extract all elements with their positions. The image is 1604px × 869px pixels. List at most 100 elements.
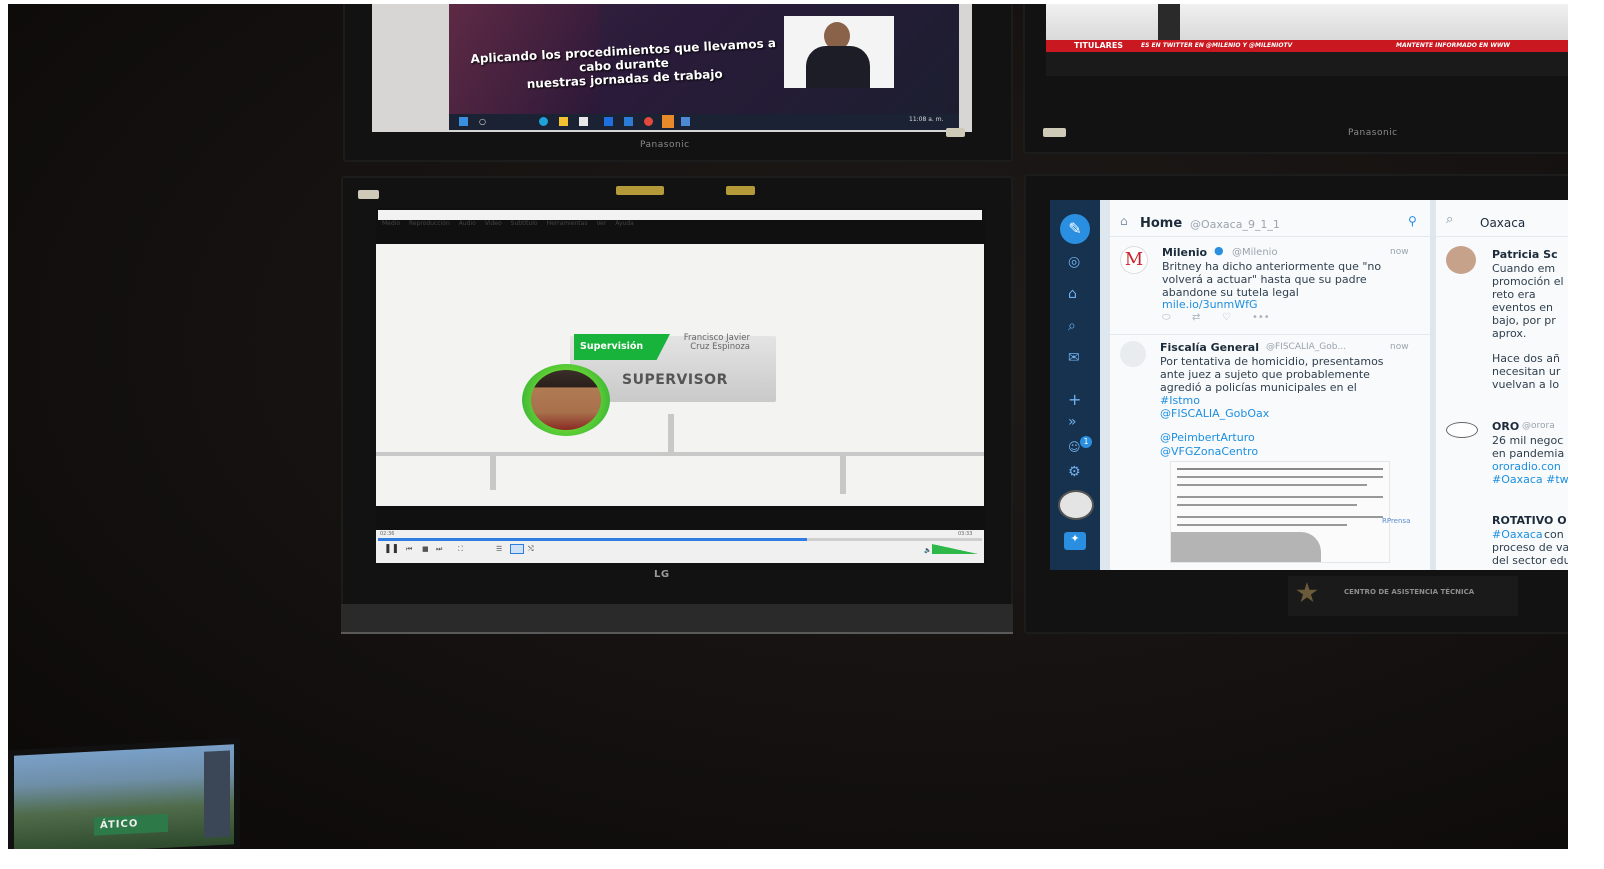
tweet-author[interactable]: ORO [1492,420,1519,433]
avatar[interactable] [1120,341,1146,367]
store-icon[interactable] [579,117,588,126]
settings-icon[interactable]: ⚙ [1068,464,1081,480]
console-sign: CENTRO DE ASISTENCIA TÉCNICA [1288,576,1518,616]
street-sign-text: ÁTICO [100,818,139,832]
tweet-handle[interactable]: @orora [1522,421,1555,431]
compose-icon[interactable]: ✎ [1060,214,1090,244]
tweet-author[interactable]: ROTATIVO O [1492,514,1567,527]
column-header: ⌕ Oaxaca [1436,200,1568,237]
retweet-icon[interactable]: ⇄ [1192,312,1200,323]
street-sign: ÁTICO [94,813,168,836]
column-search: ⌕ Oaxaca Patricia Sc Cuando em promoción… [1436,200,1568,570]
messages-icon[interactable]: ✉ [1068,350,1080,366]
document-line [1177,524,1347,526]
windows-start-icon[interactable] [459,117,468,126]
chrome-icon[interactable] [644,117,653,126]
tweet-mention[interactable]: @PeimbertArturo [1160,431,1255,444]
tweet-handle[interactable]: @Milenio [1232,247,1278,258]
org-chart-line [376,452,984,456]
menu-item[interactable]: Ayuda [615,219,634,229]
windows-taskbar: ○ 11:08 a. m. [449,114,959,130]
brand-logo-top-left: Panasonic [640,140,690,150]
expand-icon[interactable]: » [1068,414,1077,430]
app-icon[interactable] [604,117,613,126]
tweet-author[interactable]: Milenio [1162,246,1207,259]
tweet-link[interactable]: ororadio.con [1492,460,1561,473]
stop-icon[interactable]: ■ [422,545,429,553]
avatar [531,370,601,430]
menu-item[interactable]: Medio [382,219,400,229]
fullscreen-icon[interactable]: ⛶ [458,545,463,554]
vlc-icon[interactable] [662,115,674,128]
next-icon[interactable]: ⏭ [436,545,442,554]
verified-icon: ● [1214,244,1224,257]
column-home: ⌂ Home @Oaxaca_9_1_1 ⚲ M Milenio ● @Mile… [1110,200,1430,570]
seek-bar-fill [378,538,807,541]
tweet-text-body: Por tentativa de homicidio, presentamos … [1160,355,1384,394]
menu-item[interactable]: Ver [596,219,606,229]
add-column-icon[interactable]: + [1068,390,1081,409]
avatar[interactable] [1446,246,1476,274]
playlist-icon[interactable]: ☰ [496,545,502,553]
twitter-icon[interactable]: ✦ [1064,532,1086,550]
tweet[interactable]: Fiscalía General @FISCALIA_Gob... now Po… [1110,334,1430,565]
menu-item[interactable]: Subtítulo [511,219,538,229]
tweet-link[interactable]: mile.io/3unmWfG [1162,298,1258,311]
tweet-mention[interactable]: @VFGZonaCentro [1160,445,1258,458]
tweet-author[interactable]: Patricia Sc [1492,248,1558,261]
document-line [1177,516,1383,518]
filter-icon[interactable]: ⚲ [1408,214,1417,228]
tweet-handle[interactable]: @FISCALIA_Gob... [1266,342,1346,352]
tweet[interactable]: M Milenio ● @Milenio now Britney ha dich… [1110,240,1430,330]
search-icon[interactable]: ◎ [1068,254,1080,270]
document-line [1177,484,1367,486]
tweet-hashtag[interactable]: #Istmo [1160,394,1200,407]
search-icon[interactable]: ○ [479,117,486,126]
news-studio [1046,4,1568,44]
previous-icon[interactable]: ⏮ [406,545,412,554]
avatar[interactable] [1058,490,1094,520]
avatar[interactable]: M [1120,246,1148,274]
pause-icon[interactable]: ❚❚ [384,544,399,554]
embedded-link[interactable]: RPrensa [1382,517,1410,525]
tweet-hashtag[interactable]: #Oaxaca #tw [1492,473,1568,486]
menu-item[interactable]: Herramientas [547,219,588,229]
volume-icon[interactable]: 🔈 [924,547,931,554]
seek-bar[interactable] [378,538,982,541]
like-icon[interactable]: ♡ [1222,312,1231,323]
time-total: 03:33 [958,531,973,537]
edge-icon[interactable] [539,117,548,126]
menu-items: Medio Reproducción Audio Video Subtítulo Herr… [378,210,634,229]
document-image[interactable] [1170,461,1390,563]
photos-icon[interactable] [681,117,690,126]
menu-item[interactable]: Reproducción [409,219,450,229]
org-chart-line [490,454,496,490]
small-monitor-screen: ÁTICO [14,744,234,849]
loop-icon[interactable] [510,544,524,554]
menu-item[interactable]: Audio [459,219,476,229]
search-icon[interactable]: ⌕ [1068,318,1076,334]
accounts-icon[interactable]: ☺ [1068,440,1081,454]
time-elapsed: 02:36 [380,531,395,537]
menu-item[interactable]: Video [485,219,502,229]
folder-icon[interactable] [559,117,568,126]
reply-icon[interactable]: ⬭ [1162,312,1171,323]
media-player-window: Medio Reproducción Audio Video Subtítulo Herr… [376,208,986,563]
monitor-center-stand-edge [341,604,1013,632]
ticker-text: ES EN TWITTER EN @MILENIO Y @MILENIOTV [1141,42,1293,49]
mail-icon[interactable] [624,117,633,126]
document-line [1177,496,1383,498]
home-icon[interactable]: ⌂ [1068,286,1077,302]
tweet-mention[interactable]: @FISCALIA_GobOax [1160,407,1269,420]
shuffle-icon[interactable]: ⤭ [528,545,534,554]
asset-sticker [358,190,380,199]
console-sign-text: CENTRO DE ASISTENCIA TÉCNICA [1344,588,1475,596]
sign-language-inset [784,16,894,88]
asset-sticker [1043,128,1067,137]
tweet-author[interactable]: Fiscalía General [1160,341,1259,354]
volume-slider[interactable] [932,544,978,554]
tweet-text: Hace dos añ necesitan ur vuelvan a lo [1492,352,1561,391]
more-icon[interactable]: ••• [1252,312,1270,323]
avatar[interactable] [1446,422,1478,438]
document-line [1177,468,1383,470]
